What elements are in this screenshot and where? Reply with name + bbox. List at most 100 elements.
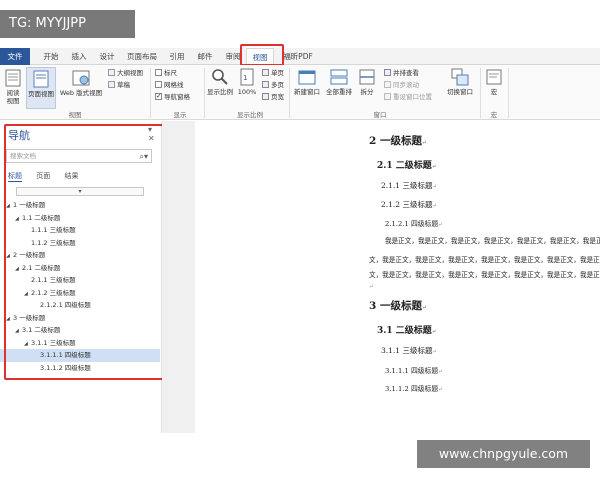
one-page-label: 单页 — [271, 69, 284, 77]
reset-window-label: 重设窗口位置 — [393, 93, 432, 101]
doc-body-text: 我是正文，我是正文，我是正文，我是正文，我是正文，我是正文，我是正 — [385, 237, 600, 245]
nav-pane-checkbox[interactable]: 导航窗格 — [155, 91, 190, 102]
doc-heading-1: 3 一级标题↵ — [369, 300, 427, 312]
doc-heading-3: 3.1.1 三级标题↵ — [381, 346, 438, 355]
doc-body-text: 文，我是正文，我是正文，我是正文，我是正文，我是正文，我是正文，我是正文。 — [369, 271, 600, 279]
one-page-button[interactable]: 单页 — [262, 68, 284, 78]
split-button[interactable]: 拆分 — [356, 68, 378, 96]
doc-body-text: 文，我是正文，我是正文，我是正文，我是正文，我是正文，我是正文，我是正文， — [369, 256, 600, 264]
page-width-icon — [262, 92, 269, 100]
nav-pane-label: 导航窗格 — [164, 93, 190, 101]
sync-scroll-icon — [384, 80, 391, 88]
gridlines-checkbox-box — [155, 80, 162, 88]
read-mode-icon — [5, 69, 21, 87]
doc-heading-2: 3.1 二级标题↵ — [377, 326, 437, 336]
ribbon-tab-bar: 文件 开始 插入 设计 页面布局 引用 邮件 审阅 视图 福昕PDF — [0, 48, 600, 66]
magnifier-icon — [212, 69, 228, 85]
group-label-window: 窗口 — [373, 111, 387, 119]
ribbon-separator — [204, 68, 205, 118]
outline-icon — [108, 68, 115, 76]
watermark-bottom: www.chnpgyule.com — [417, 440, 590, 468]
page-width-button[interactable]: 页宽 — [262, 92, 284, 102]
document-page: 2 一级标题↵ 2.1 二级标题↵ 2.1.1 三级标题↵ 2.1.2 三级标题… — [195, 121, 600, 433]
outline-label: 大纲视图 — [117, 69, 143, 77]
doc-heading-4: 3.1.1.1 四级标题↵ — [385, 367, 443, 375]
tab-references[interactable]: 引用 — [166, 48, 188, 65]
new-window-label: 新建窗口 — [294, 88, 320, 96]
arrange-all-button[interactable]: 全部重排 — [324, 68, 354, 96]
new-window-button[interactable]: 新建窗口 — [292, 68, 322, 96]
read-mode-button[interactable]: 阅读 视图 — [2, 69, 24, 105]
page-width-label: 页宽 — [271, 93, 284, 101]
nav-pane-checkbox-box — [155, 91, 162, 101]
print-layout-label: 页面视图 — [28, 90, 54, 98]
switch-window-label: 切换窗口 — [447, 88, 473, 96]
draft-view-button[interactable]: 草稿 — [108, 80, 130, 90]
print-layout-icon — [33, 70, 49, 88]
one-page-icon — [262, 68, 269, 76]
arrange-all-label: 全部重排 — [326, 88, 352, 96]
zoom-label: 显示比例 — [207, 88, 233, 96]
doc-heading-2: 2.1 二级标题↵ — [377, 161, 437, 171]
zoom-button[interactable]: 显示比例 — [206, 68, 234, 96]
ruler-label: 标尺 — [164, 69, 177, 77]
group-label-show: 显示 — [173, 111, 187, 119]
tab-design[interactable]: 设计 — [96, 48, 118, 65]
zoom-100-icon: 1 — [240, 68, 254, 86]
word-window: 文件 开始 插入 设计 页面布局 引用 邮件 审阅 视图 福昕PDF 阅读 视图… — [0, 0, 600, 480]
paragraph-mark: ↵ — [369, 284, 374, 290]
sync-scroll-button[interactable]: 同步滚动 — [384, 80, 419, 90]
new-window-icon — [298, 70, 316, 85]
split-icon — [359, 69, 375, 85]
doc-heading-3: 2.1.2 三级标题↵ — [381, 200, 438, 209]
highlight-navigation-pane — [4, 124, 184, 380]
sync-scroll-label: 同步滚动 — [393, 81, 419, 89]
ruler-checkbox-box — [155, 68, 162, 76]
doc-heading-1: 2 一级标题↵ — [369, 135, 427, 147]
web-layout-label: Web 版式视图 — [59, 89, 103, 97]
multi-page-icon — [262, 80, 269, 88]
ribbon-separator — [289, 68, 290, 118]
reset-window-icon — [384, 92, 391, 100]
outline-view-button[interactable]: 大纲视图 — [108, 68, 143, 78]
doc-heading-4: 2.1.2.1 四级标题↵ — [385, 220, 443, 228]
doc-heading-3: 2.1.1 三级标题↵ — [381, 181, 438, 190]
arrange-all-icon — [330, 69, 348, 85]
draft-label: 草稿 — [117, 81, 130, 89]
ribbon-separator — [480, 68, 481, 118]
tab-file[interactable]: 文件 — [0, 48, 30, 65]
switch-window-button[interactable]: 切换窗口 — [444, 68, 476, 96]
macros-label: 宏 — [490, 88, 498, 96]
group-label-views: 视图 — [68, 111, 82, 119]
watermark-top: TG: MYYJJPP — [0, 10, 135, 38]
ribbon-view: 阅读 视图 页面视图 Web 版式视图 大纲视图 草稿 视图 标尺 网格线 导航… — [0, 65, 600, 171]
ribbon-separator — [150, 68, 151, 118]
tab-insert[interactable]: 插入 — [68, 48, 90, 65]
reset-window-button[interactable]: 重设窗口位置 — [384, 92, 432, 102]
ribbon-separator — [508, 68, 509, 118]
svg-text:1: 1 — [243, 74, 247, 82]
zoom-100-label: 100% — [237, 88, 257, 96]
doc-heading-4: 3.1.1.2 四级标题↵ — [385, 385, 443, 393]
tab-home[interactable]: 开始 — [40, 48, 62, 65]
side-by-side-button[interactable]: 并排查看 — [384, 68, 419, 78]
side-by-side-label: 并排查看 — [393, 69, 419, 77]
gridlines-checkbox[interactable]: 网格线 — [155, 80, 184, 90]
tab-mailings[interactable]: 邮件 — [194, 48, 216, 65]
zoom-100-button[interactable]: 1 100% — [236, 68, 258, 96]
draft-icon — [108, 80, 115, 88]
multi-page-button[interactable]: 多页 — [262, 80, 284, 90]
split-label: 拆分 — [360, 88, 374, 96]
print-layout-button[interactable]: 页面视图 — [26, 67, 56, 109]
highlight-view-tab — [240, 44, 284, 66]
web-layout-icon — [72, 70, 90, 86]
side-by-side-icon — [384, 68, 391, 76]
multi-page-label: 多页 — [271, 81, 284, 89]
group-label-zoom: 显示比例 — [237, 111, 263, 119]
switch-window-icon — [451, 68, 469, 86]
tab-foxit-pdf[interactable]: 福昕PDF — [280, 48, 316, 65]
ruler-checkbox[interactable]: 标尺 — [155, 68, 177, 78]
tab-layout[interactable]: 页面布局 — [124, 48, 160, 65]
web-layout-button[interactable]: Web 版式视图 — [58, 69, 104, 97]
macros-button[interactable]: 宏 — [483, 68, 505, 96]
